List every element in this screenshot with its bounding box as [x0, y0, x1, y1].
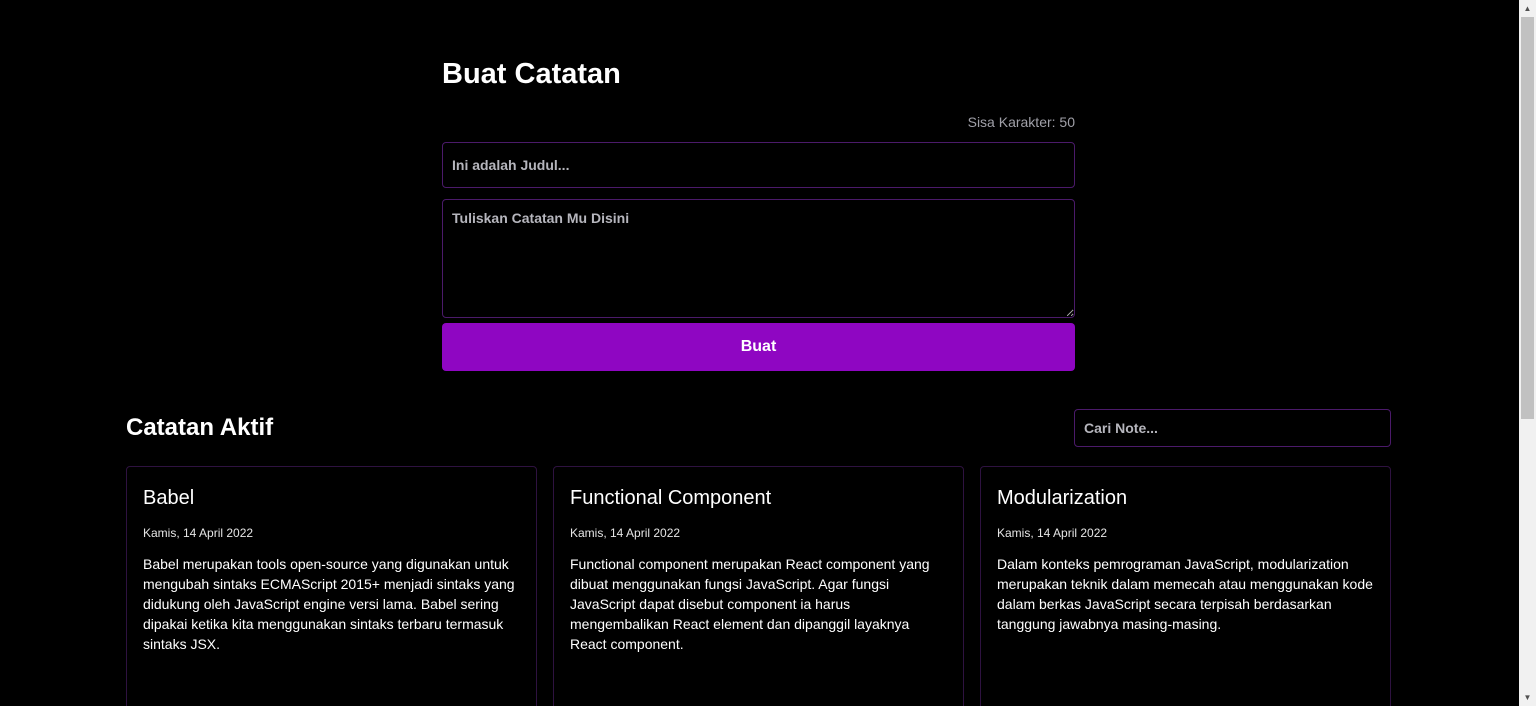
search-note-input[interactable] — [1074, 409, 1391, 447]
note-card: Babel Kamis, 14 April 2022 Babel merupak… — [126, 466, 537, 706]
active-notes-heading: Catatan Aktif — [126, 414, 274, 441]
note-title: Modularization — [997, 487, 1128, 509]
form-heading: Buat Catatan — [442, 58, 621, 90]
note-card: Functional Component Kamis, 14 April 202… — [553, 466, 964, 706]
create-note-form: Buat Catatan Sisa Karakter: 50 Buat — [442, 52, 1075, 371]
scroll-up-arrow-icon[interactable]: ▲ — [1519, 0, 1536, 17]
notes-list: Babel Kamis, 14 April 2022 Babel merupak… — [126, 466, 1391, 706]
note-card: Modularization Kamis, 14 April 2022 Dala… — [980, 466, 1391, 706]
note-date: Kamis, 14 April 2022 — [997, 526, 1108, 540]
note-title: Babel — [143, 487, 195, 509]
note-date: Kamis, 14 April 2022 — [143, 526, 254, 540]
note-title: Functional Component — [570, 487, 772, 509]
note-body: Functional component merupakan React com… — [570, 556, 930, 652]
page: Buat Catatan Sisa Karakter: 50 Buat Cata… — [0, 0, 1519, 706]
note-body-input[interactable] — [442, 199, 1075, 318]
scrollbar-thumb[interactable] — [1521, 17, 1534, 419]
note-title-input[interactable] — [442, 142, 1075, 188]
vertical-scrollbar[interactable]: ▲ ▼ — [1519, 0, 1536, 706]
note-body: Babel merupakan tools open-source yang d… — [143, 556, 515, 652]
note-date: Kamis, 14 April 2022 — [570, 526, 681, 540]
character-counter: Sisa Karakter: 50 — [967, 114, 1075, 130]
note-body: Dalam konteks pemrograman JavaScript, mo… — [997, 556, 1373, 632]
scroll-down-arrow-icon[interactable]: ▼ — [1519, 689, 1536, 706]
create-note-button[interactable]: Buat — [442, 323, 1075, 371]
